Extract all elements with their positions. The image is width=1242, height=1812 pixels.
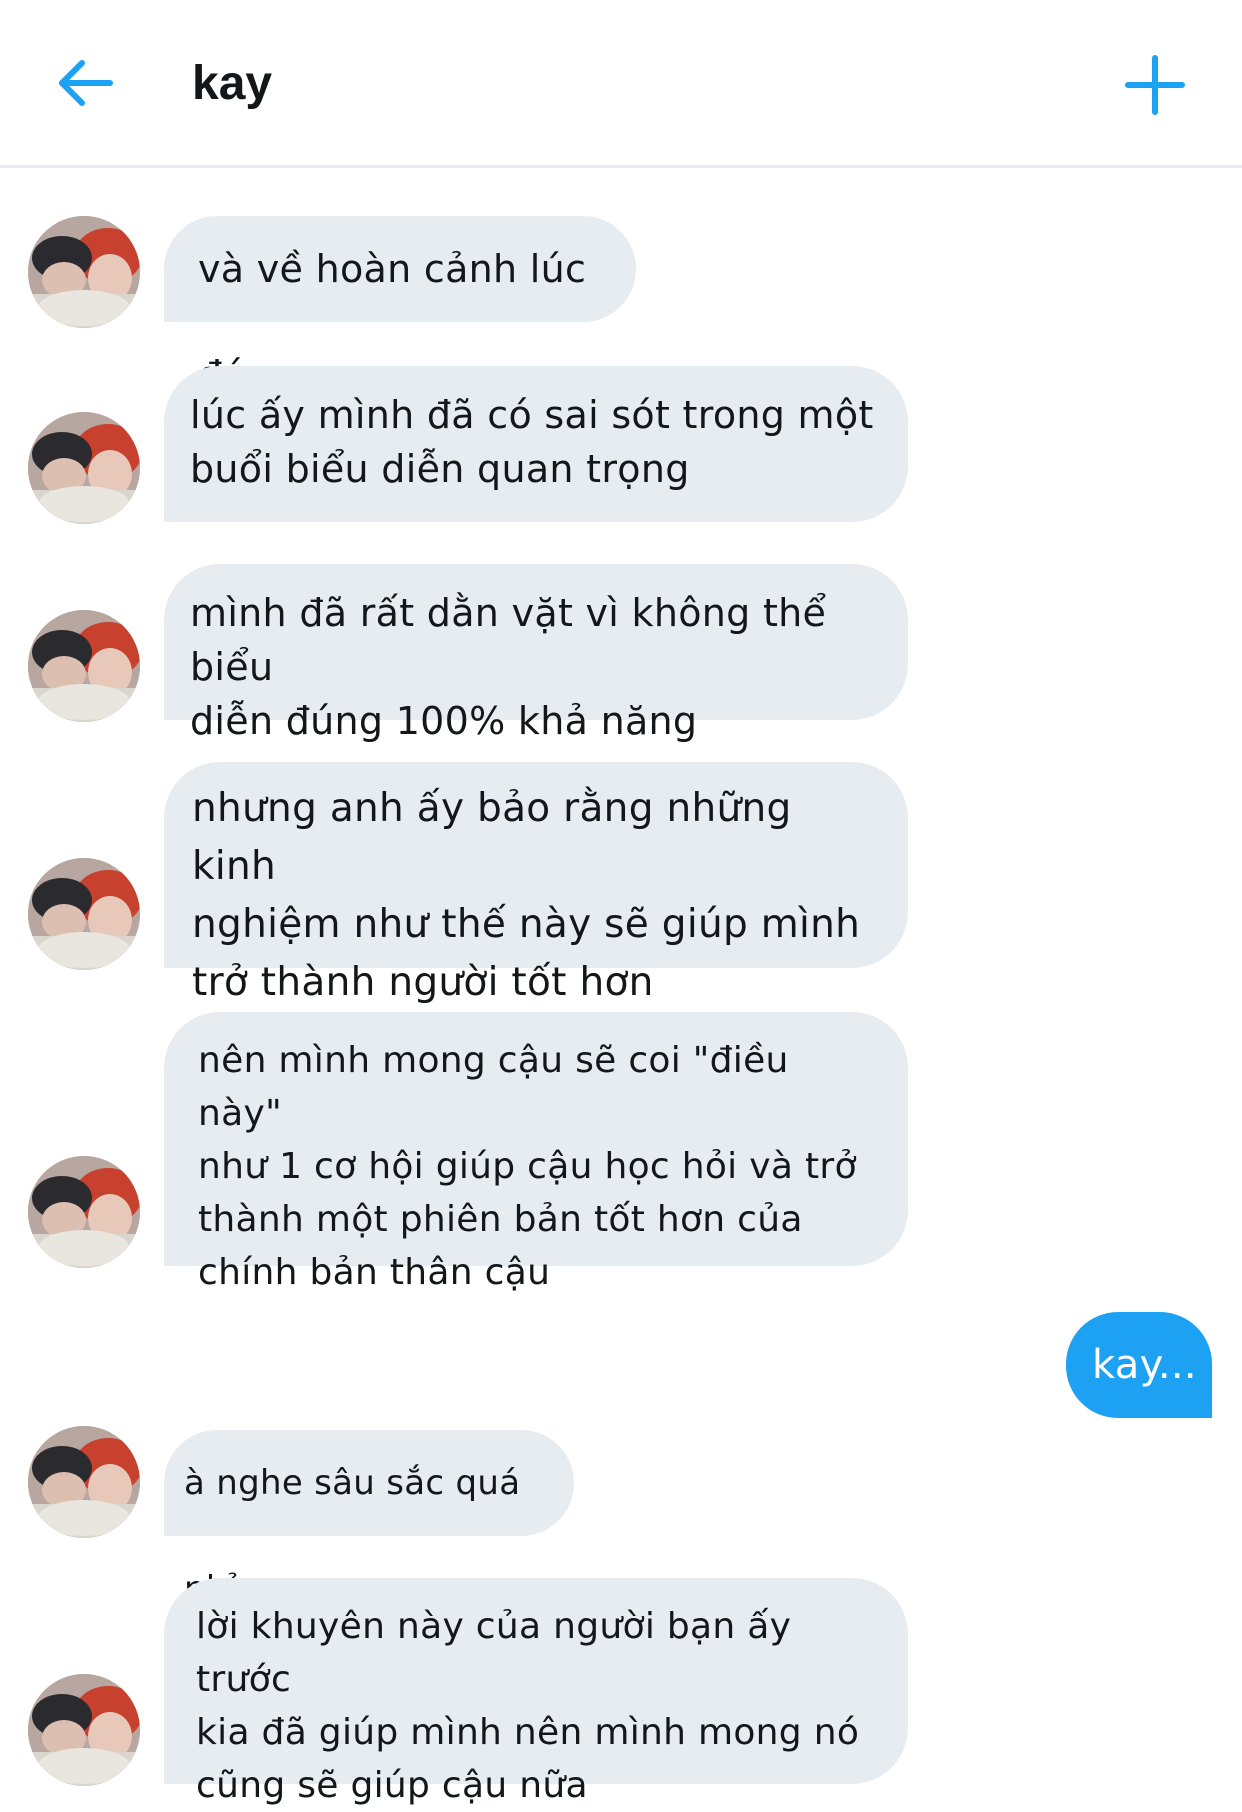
message-bubble-received[interactable]: và về hoàn cảnh lúc đó <box>164 216 636 397</box>
message-bubble-received[interactable]: mình đã rất dằn vặt vì không thể biểu di… <box>164 564 908 743</box>
avatar-image <box>28 1156 140 1268</box>
conversation-header: kay <box>0 0 1242 168</box>
avatar-image <box>28 1426 140 1538</box>
avatar[interactable] <box>28 610 140 722</box>
avatar[interactable] <box>28 216 140 328</box>
avatar[interactable] <box>28 1156 140 1268</box>
message-bubble-received[interactable]: nhưng anh ấy bảo rằng những kinh nghiệm … <box>164 762 908 1005</box>
message-bubble-received[interactable]: à nghe sâu sắc quá nhỉ <box>164 1430 574 1609</box>
back-button[interactable] <box>52 50 122 120</box>
plus-icon <box>1125 55 1185 115</box>
avatar-image <box>28 610 140 722</box>
message-bubble-received[interactable]: lúc ấy mình đã có sai sót trong một buổi… <box>164 366 908 522</box>
message-bubble-received[interactable]: lời khuyên này của người bạn ấy trước ki… <box>164 1578 908 1806</box>
arrow-left-icon <box>59 60 113 106</box>
avatar[interactable] <box>28 1426 140 1538</box>
avatar[interactable] <box>28 412 140 524</box>
message-bubble-sent[interactable]: kay... <box>1066 1312 1212 1418</box>
avatar-image <box>28 1674 140 1786</box>
avatar[interactable] <box>28 1674 140 1786</box>
message-bubble-received[interactable]: nên mình mong cậu sẽ coi "điều này" như … <box>164 1012 908 1293</box>
new-message-button[interactable] <box>1120 50 1190 120</box>
avatar-image <box>28 858 140 970</box>
avatar[interactable] <box>28 858 140 970</box>
conversation-title: kay <box>192 57 273 110</box>
avatar-image <box>28 216 140 328</box>
avatar-image <box>28 412 140 524</box>
